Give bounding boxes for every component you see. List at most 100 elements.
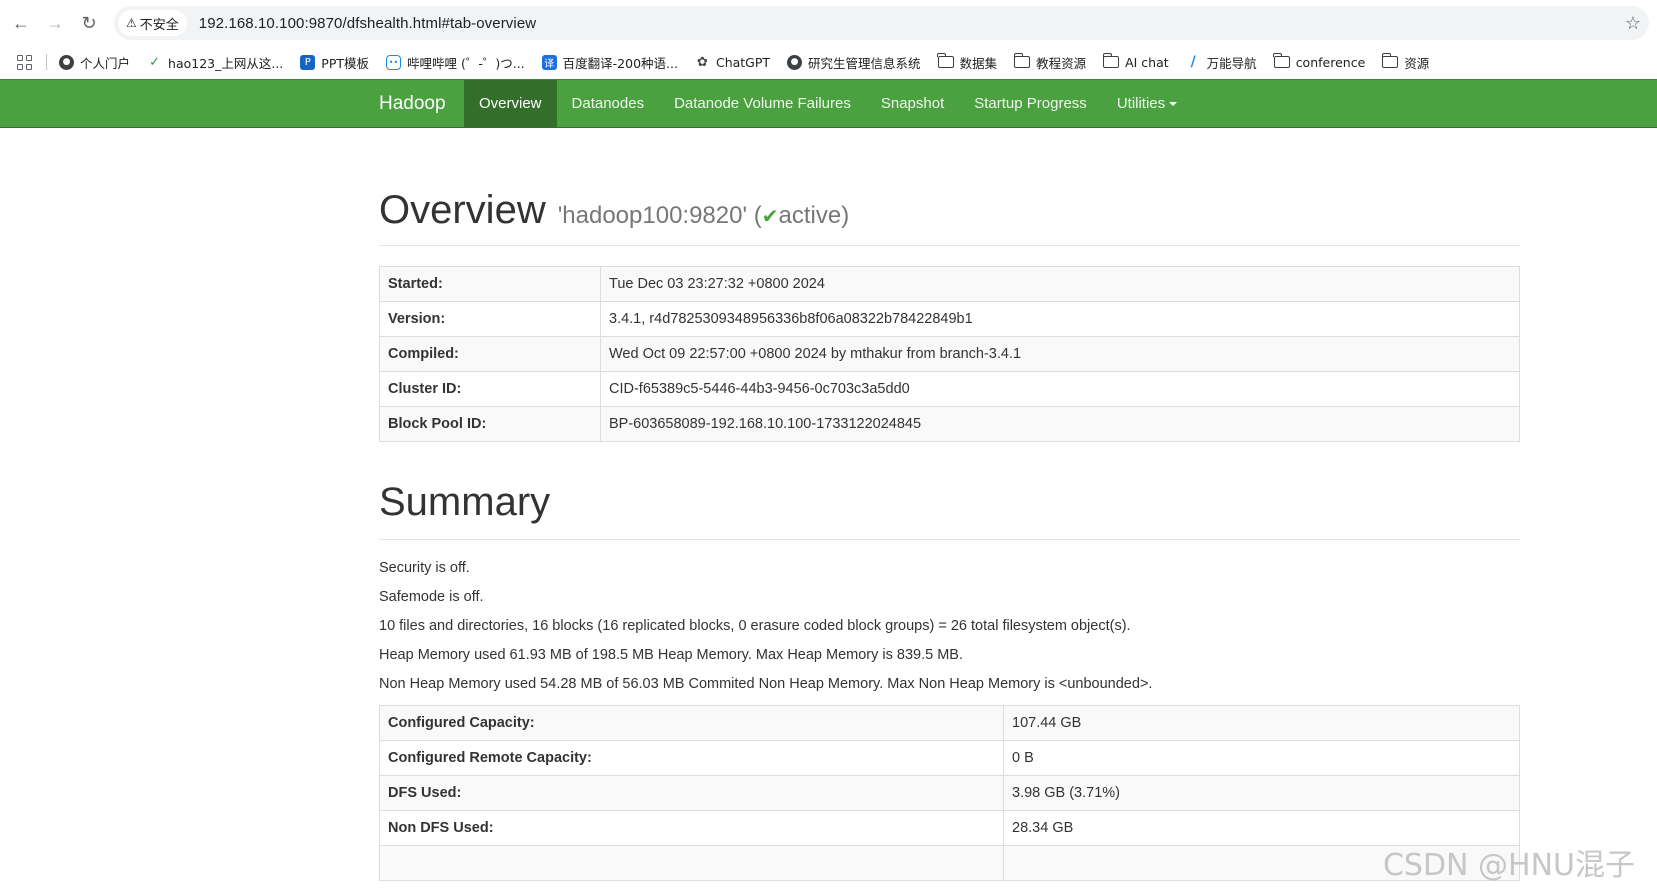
chatgpt-icon: ✿ xyxy=(697,54,708,70)
row-value: BP-603658089-192.168.10.100-173312202484… xyxy=(600,406,1520,442)
nav-item-snapshot[interactable]: Snapshot xyxy=(866,80,959,127)
bookmark-item[interactable]: ✓ hao123_上网从这... xyxy=(147,53,283,72)
table-row: Cluster ID: CID-f65389c5-5446-44b3-9456-0… xyxy=(379,371,1520,407)
ppt-icon: P xyxy=(300,54,316,70)
bookmarks-bar: ● 个人门户 ✓ hao123_上网从这... P PPT模板 •• 哔哩哔哩 (゜-゜)つ.… xyxy=(0,46,1657,78)
folder-icon xyxy=(937,53,954,68)
bookmark-item[interactable]: 资源 xyxy=(1381,53,1430,72)
main-content: Overview 'hadoop100:9820' (✔active) Star… xyxy=(379,128,1520,881)
bookmark-label: AI chat xyxy=(1125,54,1169,70)
hao123-icon: ✓ xyxy=(149,54,160,70)
row-key xyxy=(379,845,1004,881)
folder-icon xyxy=(1013,53,1031,68)
table-row: Version: 3.4.1, r4d7825309348956336b8f06a… xyxy=(379,301,1520,337)
browser-toolbar: ← → ↻ ⚠ 不安全 192.168.10.100:9870/dfshealt… xyxy=(0,0,1657,46)
warning-icon: ⚠ xyxy=(126,16,137,30)
row-key: Configured Remote Capacity: xyxy=(379,740,1004,776)
bookmark-star-icon[interactable]: ☆ xyxy=(1625,13,1641,34)
bookmark-label: 个人门户 xyxy=(80,55,131,71)
nav-item-label: Startup Progress xyxy=(974,95,1087,112)
folder-icon xyxy=(1381,53,1399,68)
summary-table: Configured Capacity: 107.44 GB Configured … xyxy=(379,705,1520,881)
page-title: Overview xyxy=(379,188,546,232)
csdn-watermark: CSDN @HNU混子 xyxy=(1382,848,1635,883)
table-row: Block Pool ID: BP-603658089-192.168.10.10… xyxy=(379,406,1520,442)
bookmark-label: ChatGPT xyxy=(715,54,771,70)
navigation-icon: / xyxy=(1190,54,1196,70)
folder-icon xyxy=(1273,53,1290,68)
bookmark-item[interactable]: ✿ ChatGPT xyxy=(695,55,770,70)
row-value: 3.4.1, r4d7825309348956336b8f06a08322b78… xyxy=(600,301,1520,337)
state-open: ( xyxy=(753,202,762,229)
row-value: Tue Dec 03 23:27:32 +0800 2024 xyxy=(600,266,1520,302)
security-chip[interactable]: ⚠ 不安全 xyxy=(118,10,187,36)
bookmark-item[interactable]: •• 哔哩哔哩 (゜-゜)つ... xyxy=(386,53,525,72)
nav-item-utilities[interactable]: Utilities xyxy=(1102,80,1192,127)
summary-lines: Security is off. Safemode is off. 10 files… xyxy=(379,558,1520,703)
bookmark-label: 百度翻译-200种语... xyxy=(562,55,678,71)
nav-item-datanode-volume-failures[interactable]: Datanode Volume Failures xyxy=(659,80,866,127)
namenode-host: 'hadoop100:9820' (✔active) xyxy=(558,202,849,230)
table-row: Configured Remote Capacity: 0 B xyxy=(379,740,1520,776)
bookmark-item[interactable]: ● 研究生管理信息系统 xyxy=(787,53,921,72)
bookmark-label: 研究生管理信息系统 xyxy=(808,55,921,71)
navbar-menu: Overview Datanodes Datanode Volume Failure… xyxy=(464,80,1192,127)
table-row xyxy=(379,845,1520,881)
row-key: Configured Capacity: xyxy=(379,705,1004,741)
table-row: Non DFS Used: 28.34 GB xyxy=(379,810,1520,846)
nav-item-label: Snapshot xyxy=(880,95,945,112)
nav-item-label: Datanode Volume Failures xyxy=(674,95,851,112)
row-value: 3.98 GB (3.71%) xyxy=(1003,775,1520,811)
summary-line: Security is off. xyxy=(379,560,470,576)
table-row: DFS Used: 3.98 GB (3.71%) xyxy=(379,775,1520,811)
state-label: active) xyxy=(778,202,850,229)
bookmark-item[interactable]: ● 个人门户 xyxy=(59,53,130,72)
bookmark-item[interactable]: 译百度翻译-200种语... xyxy=(541,53,678,72)
summary-line: Safemode is off. xyxy=(379,589,484,605)
address-bar[interactable]: ⚠ 不安全 192.168.10.100:9870/dfshealth.html… xyxy=(114,6,1649,40)
nav-item-datanodes[interactable]: Datanodes xyxy=(557,80,660,127)
forward-arrow-icon[interactable]: → xyxy=(42,10,68,36)
bookmark-label: 万能导航 xyxy=(1206,55,1257,71)
bookmark-item[interactable]: AI chat xyxy=(1102,53,1169,70)
overview-header: Overview 'hadoop100:9820' (✔active) xyxy=(379,188,1520,246)
bilibili-icon: •• xyxy=(386,54,401,70)
summary-line: Heap Memory used 61.93 MB of 198.5 MB He… xyxy=(379,647,964,663)
bookmark-label: 资源 xyxy=(1404,55,1430,71)
summary-line: 10 files and directories, 16 blocks (16 … xyxy=(379,618,1131,634)
reload-icon[interactable]: ↻ xyxy=(76,10,102,36)
bookmarks-divider xyxy=(46,54,47,70)
row-key: Non DFS Used: xyxy=(379,810,1004,846)
row-key: DFS Used: xyxy=(379,775,1004,811)
row-value: 107.44 GB xyxy=(1003,705,1520,741)
url-text[interactable]: 192.168.10.100:9870/dfshealth.html#tab-o… xyxy=(199,15,536,32)
bookmark-label: hao123_上网从这... xyxy=(168,55,284,71)
nav-item-startup-progress[interactable]: Startup Progress xyxy=(959,80,1102,127)
navbar-brand[interactable]: Hadoop xyxy=(379,80,446,127)
bookmark-label: 数据集 xyxy=(959,55,998,71)
table-row: Compiled: Wed Oct 09 22:57:00 +0800 2024 … xyxy=(379,336,1520,372)
bookmark-item[interactable]: P PPT模板 xyxy=(300,53,369,72)
folder-icon xyxy=(1102,53,1120,68)
nav-item-label: Overview xyxy=(479,95,542,112)
table-row: Configured Capacity: 107.44 GB xyxy=(379,705,1520,741)
back-arrow-icon[interactable]: ← xyxy=(8,10,34,36)
bookmark-item[interactable]: 教程资源 xyxy=(1013,53,1087,72)
bookmark-label: conference xyxy=(1295,54,1366,70)
bookmark-label: PPT模板 xyxy=(321,55,369,71)
bookmark-item[interactable]: conference xyxy=(1273,53,1366,70)
caret-down-icon xyxy=(1169,102,1178,107)
nav-item-label: Utilities xyxy=(1116,95,1166,112)
bookmark-label: 哔哩哔哩 (゜-゜)つ... xyxy=(407,55,525,71)
nav-item-overview[interactable]: Overview xyxy=(464,80,557,127)
globe-icon: ● xyxy=(787,54,803,70)
host-label: 'hadoop100:9820' xyxy=(557,202,748,229)
row-key: Cluster ID: xyxy=(379,371,601,407)
bookmark-item[interactable]: / 万能导航 xyxy=(1186,53,1257,72)
apps-grid-icon[interactable] xyxy=(14,52,34,72)
bookmark-label: 教程资源 xyxy=(1036,55,1087,71)
globe-icon: ● xyxy=(59,54,74,70)
table-row: Started: Tue Dec 03 23:27:32 +0800 2024 xyxy=(379,266,1520,302)
row-key: Version: xyxy=(379,301,601,337)
bookmark-item[interactable]: 数据集 xyxy=(937,53,998,72)
